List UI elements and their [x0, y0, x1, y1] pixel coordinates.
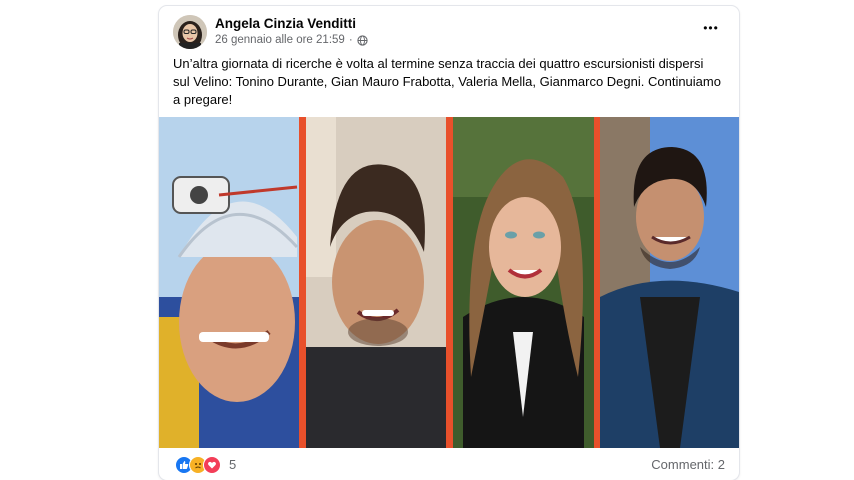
author-avatar[interactable] — [173, 15, 207, 49]
more-options-button[interactable]: ••• — [699, 18, 723, 38]
photo-panel-1 — [159, 117, 299, 448]
post-timestamp[interactable]: 26 gennaio alle ore 21:59 — [215, 34, 345, 46]
comments-count[interactable]: Commenti: 2 — [651, 457, 725, 472]
photo-panel-2 — [306, 117, 446, 448]
post-photo[interactable] — [159, 117, 739, 448]
reaction-icons[interactable] — [175, 456, 221, 474]
globe-icon — [357, 34, 368, 46]
author-name[interactable]: Angela Cinzia Venditti — [215, 16, 356, 31]
meta-separator: · — [348, 34, 353, 46]
photo-panel-4 — [600, 117, 739, 448]
love-icon — [203, 456, 221, 474]
post-text: Un’altra giornata di ricerche è volta al… — [173, 56, 721, 107]
post-meta: 26 gennaio alle ore 21:59 · — [215, 34, 368, 46]
post-card: Angela Cinzia Venditti 26 gennaio alle o… — [159, 6, 739, 480]
photo-panel-3 — [453, 117, 594, 448]
more-icon: ••• — [703, 21, 719, 35]
post-header: Angela Cinzia Venditti 26 gennaio alle o… — [159, 6, 739, 52]
reactions-bar: 5 Commenti: 2 — [159, 448, 739, 480]
reaction-count[interactable]: 5 — [229, 457, 236, 472]
